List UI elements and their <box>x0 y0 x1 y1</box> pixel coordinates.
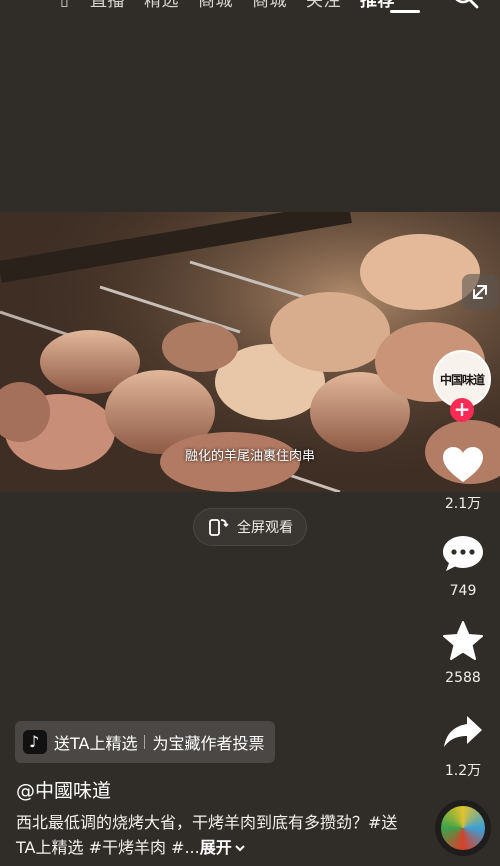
tv-icon[interactable]: ▯ <box>60 0 69 9</box>
tab-bar: 直播 精选 商城 商城 关注 推荐 <box>90 0 395 11</box>
badge-primary-text: 送TA上精选 <box>54 734 138 753</box>
active-tab-indicator <box>390 10 420 13</box>
douyin-logo-icon: ♪ <box>23 730 47 754</box>
favorite-count: 2588 <box>445 670 481 686</box>
heart-icon[interactable] <box>441 445 485 485</box>
comment-icon[interactable] <box>441 533 485 575</box>
badge-secondary-text: 为宝藏作者投票 <box>152 734 265 753</box>
share-icon[interactable] <box>441 712 485 752</box>
follow-button[interactable]: + <box>450 398 474 422</box>
comment-count: 749 <box>449 583 477 599</box>
share-action[interactable]: 1.2万 <box>430 712 496 780</box>
featured-vote-badge[interactable]: ♪ 送TA上精选 为宝藏作者投票 <box>15 721 275 763</box>
search-icon[interactable] <box>450 0 480 10</box>
star-icon[interactable] <box>441 620 485 662</box>
top-navigation: ▯ 直播 精选 商城 商城 关注 推荐 <box>0 0 500 22</box>
tab-following[interactable]: 关注 <box>306 0 341 11</box>
video-player[interactable]: 融化的羊尾油裹住肉串 <box>0 212 500 492</box>
video-subtitle: 融化的羊尾油裹住肉串 <box>184 449 315 464</box>
like-action[interactable]: 2.1万 <box>430 445 496 513</box>
rotate-screen-icon <box>209 519 229 536</box>
author-name[interactable]: @中國味道 <box>16 776 111 803</box>
chevron-down-icon <box>235 845 245 852</box>
fullscreen-button[interactable]: 全屏观看 <box>193 508 307 546</box>
tab-live[interactable]: 直播 <box>90 0 125 11</box>
expand-button[interactable]: 展开 <box>200 838 246 857</box>
comment-action[interactable]: 749 <box>430 533 496 599</box>
expand-label: 展开 <box>199 838 232 857</box>
like-count: 2.1万 <box>444 496 482 512</box>
collapse-icon[interactable] <box>462 274 498 310</box>
music-disc[interactable] <box>435 800 491 856</box>
favorite-action[interactable]: 2588 <box>430 620 496 686</box>
avatar-logo-text: 中国味道 <box>439 372 485 387</box>
fullscreen-label: 全屏观看 <box>237 520 293 536</box>
tab-mall-2[interactable]: 商城 <box>252 0 287 11</box>
badge-divider <box>144 735 146 749</box>
post-description[interactable]: 西北最低调的烧烤大省，干烤羊肉到底有多攒劲？#送TA上精选 #干烤羊肉 #...… <box>16 810 416 860</box>
share-count: 1.2万 <box>444 763 482 779</box>
tab-mall[interactable]: 商城 <box>198 0 233 11</box>
tab-featured[interactable]: 精选 <box>144 0 179 11</box>
